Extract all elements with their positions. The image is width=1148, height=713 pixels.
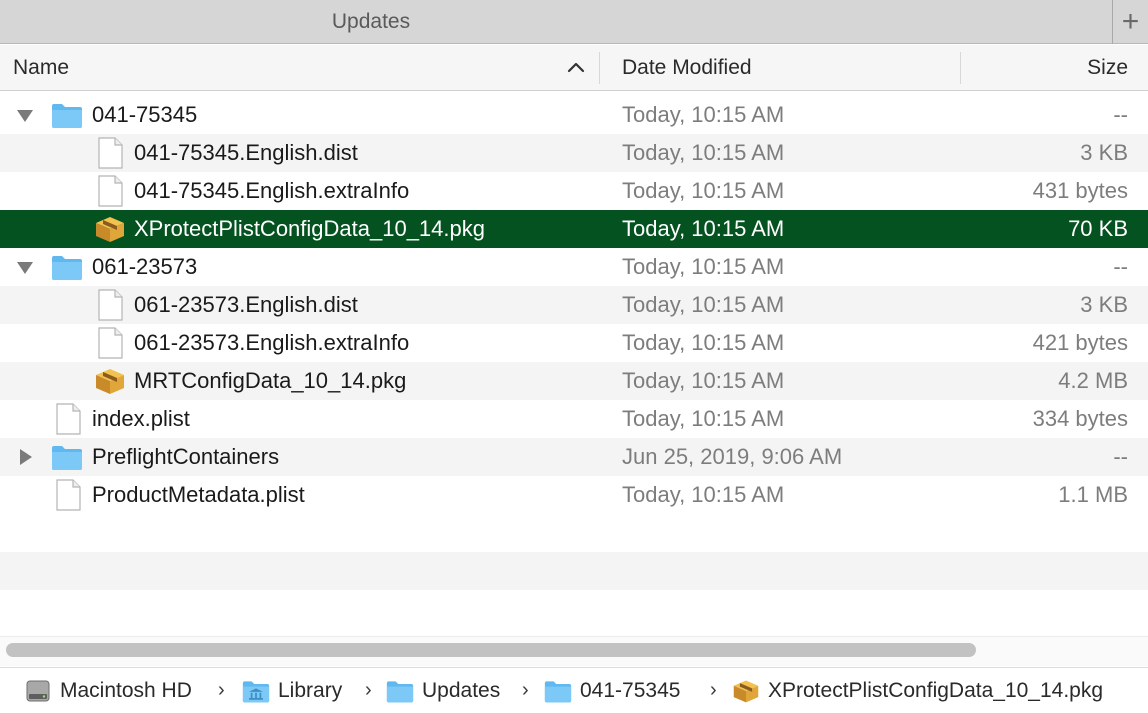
path-item-label: 041-75345	[580, 678, 681, 702]
item-size: 431 bytes	[1032, 178, 1128, 203]
item-name: 061-23573.English.dist	[134, 292, 358, 317]
document-icon	[56, 403, 81, 435]
item-size: 1.1 MB	[1058, 482, 1128, 507]
item-size: 70 KB	[1068, 216, 1128, 241]
document-icon	[98, 175, 123, 207]
empty-row	[0, 514, 1148, 552]
column-name-header[interactable]: Name	[13, 45, 69, 91]
item-date: Today, 10:15 AM	[622, 292, 785, 317]
file-list: 041-75345 Today, 10:15 AM -- 041-75345.E…	[0, 96, 1148, 628]
scrollbar-thumb[interactable]	[6, 643, 976, 657]
list-item[interactable]: 061-23573.English.dist Today, 10:15 AM 3…	[0, 286, 1148, 324]
list-item[interactable]: ProductMetadata.plist Today, 10:15 AM 1.…	[0, 476, 1148, 514]
tab-title: Updates	[331, 10, 411, 33]
item-name: ProductMetadata.plist	[92, 482, 305, 507]
folder-icon	[544, 680, 572, 702]
item-date: Today, 10:15 AM	[622, 102, 785, 127]
folder-icon	[52, 256, 82, 280]
disclosure-collapsed-icon[interactable]	[14, 446, 36, 468]
item-date: Today, 10:15 AM	[622, 140, 785, 165]
list-item[interactable]: 061-23573.English.extraInfo Today, 10:15…	[0, 324, 1148, 362]
path-item-macintosh-hd[interactable]: Macintosh HD	[24, 668, 192, 713]
column-header: Name Date Modified Size	[0, 45, 1148, 91]
item-date: Today, 10:15 AM	[622, 254, 785, 279]
path-item-updates[interactable]: Updates	[386, 668, 500, 713]
item-name: 061-23573	[92, 254, 198, 279]
library-folder-icon	[242, 680, 270, 702]
item-date: Today, 10:15 AM	[622, 406, 785, 431]
column-size-header[interactable]: Size	[1087, 45, 1128, 91]
path-separator-icon: ›	[522, 679, 529, 701]
sort-ascending-icon[interactable]	[563, 55, 589, 81]
empty-row	[0, 552, 1148, 590]
item-size: 421 bytes	[1032, 330, 1128, 355]
path-separator-icon: ›	[710, 679, 717, 701]
document-icon	[56, 479, 81, 511]
path-item-label: Updates	[422, 678, 501, 702]
document-icon	[98, 137, 123, 169]
item-date: Today, 10:15 AM	[622, 368, 785, 393]
list-item[interactable]: 061-23573 Today, 10:15 AM --	[0, 248, 1148, 286]
item-name: XProtectPlistConfigData_10_14.pkg	[134, 216, 485, 241]
list-item-selected[interactable]: XProtectPlistConfigData_10_14.pkg Today,…	[0, 210, 1148, 248]
disclosure-expanded-icon[interactable]	[14, 104, 36, 126]
list-item[interactable]: 041-75345.English.dist Today, 10:15 AM 3…	[0, 134, 1148, 172]
list-item[interactable]: 041-75345 Today, 10:15 AM --	[0, 96, 1148, 134]
path-item-library[interactable]: Library	[242, 668, 342, 713]
document-icon	[98, 289, 123, 321]
item-name: 041-75345	[92, 102, 198, 127]
folder-icon	[52, 104, 82, 128]
item-name: 061-23573.English.extraInfo	[134, 330, 410, 355]
path-item-label: XProtectPlistConfigData_10_14.pkg	[768, 678, 1104, 702]
package-icon	[733, 680, 759, 702]
item-size: 4.2 MB	[1058, 368, 1128, 393]
path-item-label: Library	[278, 678, 343, 702]
item-size: --	[1113, 102, 1128, 127]
folder-icon	[386, 680, 414, 702]
path-separator-icon: ›	[218, 679, 225, 701]
path-bar: Macintosh HD › Library › Updates › 041-7…	[0, 667, 1148, 712]
document-icon	[98, 327, 123, 359]
item-size: 3 KB	[1080, 140, 1128, 165]
empty-row	[0, 590, 1148, 628]
item-size: --	[1113, 444, 1128, 469]
item-date: Today, 10:15 AM	[622, 330, 785, 355]
horizontal-scrollbar[interactable]	[0, 636, 1148, 666]
item-date: Today, 10:15 AM	[622, 178, 785, 203]
item-name: 041-75345.English.dist	[134, 140, 358, 165]
folder-icon	[52, 446, 82, 470]
path-item-label: Macintosh HD	[60, 678, 192, 702]
item-date: Today, 10:15 AM	[622, 482, 785, 507]
item-date: Today, 10:15 AM	[622, 216, 785, 241]
path-separator-icon: ›	[365, 679, 372, 701]
item-name: PreflightContainers	[92, 444, 280, 469]
item-size: 3 KB	[1080, 292, 1128, 317]
item-size: 334 bytes	[1032, 406, 1128, 431]
item-date: Jun 25, 2019, 9:06 AM	[622, 444, 843, 469]
tab-bar: Updates +	[0, 0, 1148, 44]
path-item-041-75345[interactable]: 041-75345	[544, 668, 680, 713]
disclosure-expanded-icon[interactable]	[14, 256, 36, 278]
tab-updates[interactable]: Updates	[0, 0, 1112, 44]
item-name: index.plist	[92, 406, 190, 431]
list-item[interactable]: PreflightContainers Jun 25, 2019, 9:06 A…	[0, 438, 1148, 476]
list-item[interactable]: index.plist Today, 10:15 AM 334 bytes	[0, 400, 1148, 438]
hard-drive-icon	[26, 680, 50, 701]
package-icon	[96, 217, 124, 242]
new-tab-button[interactable]: +	[1113, 0, 1148, 44]
column-separator[interactable]	[960, 52, 961, 84]
package-icon	[96, 369, 124, 394]
column-separator[interactable]	[599, 52, 600, 84]
item-size: --	[1113, 254, 1128, 279]
item-name: 041-75345.English.extraInfo	[134, 178, 410, 203]
column-date-header[interactable]: Date Modified	[622, 45, 752, 91]
item-name: MRTConfigData_10_14.pkg	[134, 368, 407, 393]
list-item[interactable]: MRTConfigData_10_14.pkg Today, 10:15 AM …	[0, 362, 1148, 400]
path-item-xprotect-pkg[interactable]: XProtectPlistConfigData_10_14.pkg	[732, 668, 1103, 713]
list-item[interactable]: 041-75345.English.extraInfo Today, 10:15…	[0, 172, 1148, 210]
